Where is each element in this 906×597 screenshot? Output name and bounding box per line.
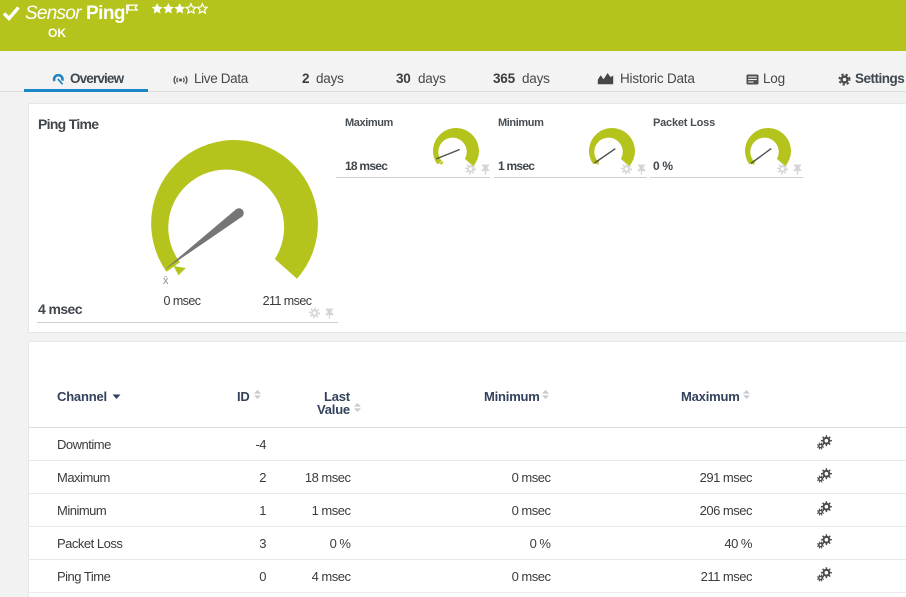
svg-text:x̄: x̄	[163, 275, 169, 287]
